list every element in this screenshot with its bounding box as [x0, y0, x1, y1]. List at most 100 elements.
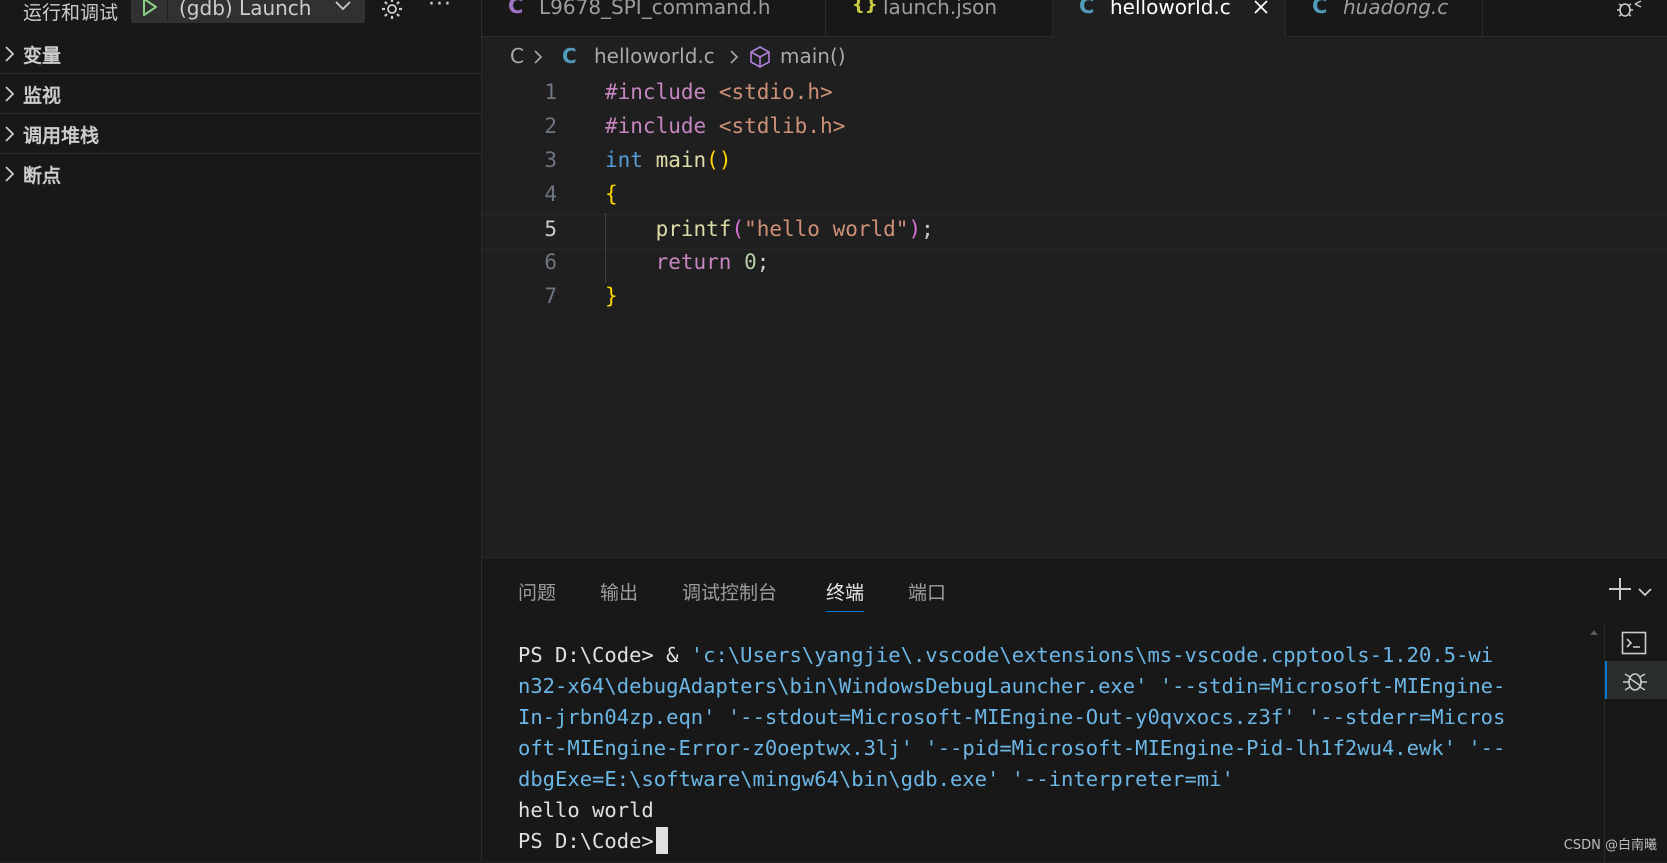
token: ( — [731, 217, 745, 241]
tab-label: huadong.c — [1343, 0, 1449, 19]
tab-l9678-spi-command[interactable]: C L9678_SPI_command.h — [482, 0, 826, 36]
chevron-right-icon — [534, 50, 543, 64]
token: <stdio.h> — [718, 80, 833, 104]
debug-toolbar: 运行和调试 (gdb) Launch ··· — [0, 0, 481, 24]
code-line: 1 #include <stdio.h> — [482, 78, 1667, 112]
code-line: 6 return 0; — [482, 248, 1667, 282]
scroll-up-icon[interactable] — [1589, 628, 1599, 636]
token: #include — [605, 80, 707, 104]
code-line-current: 5 printf("hello world"); — [482, 214, 1667, 250]
section-label: 调用堆栈 — [23, 125, 100, 147]
json-file-icon: {} — [852, 0, 878, 15]
launch-config-label: (gdb) Launch — [179, 0, 312, 20]
tab-ports[interactable]: 端口 — [908, 578, 946, 605]
token: #include — [605, 114, 707, 138]
section-variables[interactable]: 变量 — [0, 34, 481, 74]
line-number: 6 — [544, 250, 557, 274]
gear-icon[interactable] — [380, 0, 404, 21]
token: } — [605, 284, 618, 308]
breadcrumb-symbol[interactable]: main() — [780, 44, 846, 68]
launch-config-selector[interactable]: (gdb) Launch — [131, 0, 365, 23]
code-editor[interactable]: 1 #include <stdio.h> 2 #include <stdlib.… — [482, 78, 1667, 318]
terminal-instance[interactable] — [1605, 623, 1667, 661]
c-file-icon: C — [1312, 0, 1328, 18]
watermark: CSDN @白南曦 — [1563, 838, 1657, 853]
bug-icon[interactable] — [1615, 0, 1645, 20]
terminal-cursor — [655, 827, 668, 854]
code-line: 2 #include <stdlib.h> — [482, 112, 1667, 146]
chevron-down-icon[interactable] — [333, 0, 353, 13]
terminal-line: In-jrbn04zp.eqn' '--stdout=Microsoft-MIE… — [518, 705, 1506, 729]
tab-output[interactable]: 输出 — [600, 578, 638, 605]
breadcrumb-file[interactable]: helloworld.c — [594, 44, 715, 68]
c-file-icon: C — [508, 0, 524, 18]
more-actions-icon[interactable]: ··· — [428, 0, 452, 17]
section-label: 变量 — [23, 45, 62, 67]
section-label: 断点 — [23, 165, 62, 187]
terminal-text: & — [653, 643, 691, 667]
code-line: 7 } — [482, 282, 1667, 316]
tab-label: L9678_SPI_command.h — [539, 0, 771, 19]
section-call-stack[interactable]: 调用堆栈 — [0, 114, 481, 154]
terminal-prompt: PS D:\Code> — [518, 643, 654, 667]
terminal-output[interactable]: PS D:\Code> & 'c:\Users\yangjie\.vscode\… — [518, 640, 1528, 857]
terminal-icon — [1621, 631, 1647, 655]
symbol-method-icon — [750, 46, 770, 68]
terminal-line: PS D:\Code> — [518, 826, 1528, 857]
terminal-list — [1604, 623, 1667, 863]
line-number: 4 — [544, 182, 557, 206]
terminal-line: PS D:\Code> & 'c:\Users\yangjie\.vscode\… — [518, 640, 1528, 671]
chevron-right-icon — [5, 86, 15, 102]
token: ; — [921, 217, 934, 241]
line-number: 1 — [544, 80, 557, 104]
indent-guide — [605, 213, 606, 283]
line-number: 7 — [544, 284, 557, 308]
add-terminal-icon[interactable] — [1607, 576, 1633, 602]
token: "hello world" — [744, 217, 909, 241]
tab-debug-console[interactable]: 调试控制台 — [682, 578, 777, 605]
section-watch[interactable]: 监视 — [0, 74, 481, 114]
code-line: 3 int main() — [482, 146, 1667, 180]
chevron-down-icon[interactable] — [1637, 586, 1653, 598]
token: () — [706, 148, 732, 172]
terminal-line: dbgExe=E:\software\mingw64\bin\gdb.exe' … — [518, 767, 1234, 791]
separator — [167, 0, 168, 21]
line-number: 5 — [544, 217, 557, 241]
breadcrumb-folder[interactable]: C — [510, 44, 524, 68]
tab-launch-json[interactable]: {} launch.json — [826, 0, 1053, 36]
line-number: 3 — [544, 148, 557, 172]
token: main — [655, 148, 707, 172]
tab-helloworld-c[interactable]: C helloworld.c — [1053, 0, 1286, 37]
token: printf — [655, 217, 732, 241]
terminal-instance-debug[interactable] — [1605, 661, 1667, 699]
close-icon[interactable] — [1251, 0, 1271, 17]
start-debugging-icon[interactable] — [140, 0, 160, 18]
code-line: 4 { — [482, 180, 1667, 214]
token: 0 — [744, 250, 757, 274]
token: int — [605, 148, 643, 172]
debug-icon — [1623, 673, 1647, 691]
terminal-text: 'c:\Users\yangjie\.vscode\extensions\ms-… — [690, 643, 1494, 667]
terminal-prompt: PS D:\Code> — [518, 829, 654, 853]
c-file-icon: C — [562, 44, 577, 68]
chevron-right-icon — [5, 126, 15, 142]
tab-label: launch.json — [883, 0, 998, 19]
section-label: 监视 — [23, 85, 62, 107]
token: { — [605, 182, 618, 206]
tab-label: helloworld.c — [1110, 0, 1231, 19]
c-file-icon: C — [1079, 0, 1095, 18]
chevron-right-icon — [5, 166, 15, 182]
tab-terminal[interactable]: 终端 — [826, 578, 865, 612]
token: ; — [756, 250, 770, 274]
debug-sidebar: 运行和调试 (gdb) Launch ··· 变量 监视 调用堆栈 断点 — [0, 0, 482, 861]
bottom-panel: 问题 输出 调试控制台 终端 端口 PS D:\Code> & 'c:\User… — [482, 557, 1667, 863]
token: return — [655, 250, 732, 274]
tab-huadong-c[interactable]: C huadong.c — [1286, 0, 1483, 36]
chevron-right-icon — [5, 46, 15, 62]
terminal-line: hello world — [518, 798, 654, 822]
chevron-right-icon — [730, 50, 739, 64]
section-breakpoints[interactable]: 断点 — [0, 154, 481, 193]
line-number: 2 — [544, 114, 557, 138]
tab-problems[interactable]: 问题 — [518, 578, 556, 605]
terminal-line: oft-MIEngine-Error-z0oeptwx.3lj' '--pid=… — [518, 736, 1506, 760]
